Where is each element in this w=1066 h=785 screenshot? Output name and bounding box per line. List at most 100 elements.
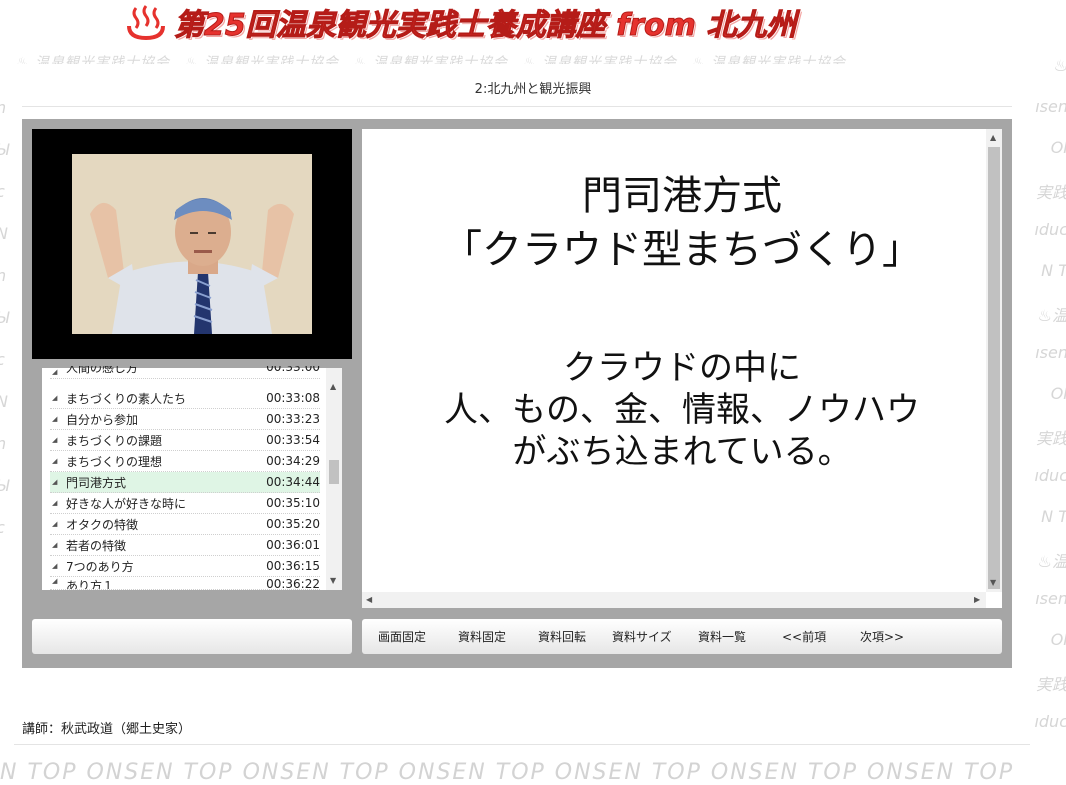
slide-body-line-3: がぶち込まれている。 [512,432,852,472]
slide-scroll-up-icon[interactable]: ▲ [990,133,996,142]
watermark-fragment: ♨ [1054,56,1066,75]
watermark-fragment: ısen [1035,589,1066,608]
lecturer-info: 講師：秋武政道（郷土史家） [22,722,192,737]
list-item[interactable]: ◢ 人間の感じ方 00:33:00 [50,366,320,379]
chapter-time: 00:36:15 [266,559,320,573]
triangle-icon: ◢ [52,478,58,486]
triangle-icon: ◢ [52,541,58,549]
list-item[interactable]: ◢ 自分から参加 00:33:23 [50,409,320,430]
watermark-fragment: c [0,350,5,369]
chapter-label: 門司港方式 [66,475,127,490]
slide-scroll-right-icon[interactable]: ▶ [974,595,980,604]
left-control-bar [32,619,352,654]
site-title: 第25回温泉観光実践士養成講座 from 北九州 [173,8,797,44]
chapter-label: まちづくりの理想 [66,454,163,469]
chapter-time: 00:35:20 [266,517,320,531]
watermark-fragment: ♨温 [1037,306,1066,325]
divider [14,744,1030,745]
chapter-time: 00:33:54 [266,433,320,447]
slide-heading: 門司港方式 [582,173,782,219]
triangle-icon: ◢ [52,562,58,570]
slide-subheading: 「クラウド型まちづくり」 [442,227,922,273]
watermark-bottom: N TOP ONSEN TOP ONSEN TOP ONSEN TOP ONSE… [0,760,1015,785]
triangle-icon: ◢ [52,394,58,402]
slide-body-line-2: 人、もの、金、情報、ノウハウ [444,390,920,430]
watermark-fragment: N [0,392,8,411]
scroll-up-icon[interactable]: ▲ [330,382,336,391]
chapter-time: 00:34:29 [266,454,320,468]
chapter-label: 若者の特徴 [66,538,127,553]
triangle-icon: ◢ [52,499,58,507]
triangle-icon: ◢ [52,577,58,585]
watermark-fragment: N T [1041,261,1066,280]
chapter-label: まちづくりの素人たち [66,391,187,406]
video-frame[interactable] [72,154,312,334]
watermark-fragment: ıduc [1034,220,1066,239]
next-button[interactable]: 次項>> [860,628,904,645]
watermark-fragment: n [0,98,6,117]
rotate-material-button[interactable]: 資料回転 [538,628,586,645]
fix-screen-button[interactable]: 画面固定 [378,628,426,645]
watermark-fragment: OI [1050,138,1066,157]
list-item[interactable]: ◢ オタクの特徴 00:35:20 [50,514,320,535]
watermark-fragment: n [0,266,6,285]
divider [22,106,1012,107]
chapter-time: 00:36:01 [266,538,320,552]
list-item[interactable]: ◢ まちづくりの素人たち 00:33:08 [50,388,320,409]
slide-scroll-left-icon[interactable]: ◀ [366,595,372,604]
list-item[interactable]: ◢ 若者の特徴 00:36:01 [50,535,320,556]
watermark-fragment: Ы [0,476,9,495]
list-item[interactable]: ◢ まちづくりの理想 00:34:29 [50,451,320,472]
chapter-label: 好きな人が好きな時に [66,496,187,511]
list-item[interactable]: ◢ あり方１ 00:36:22 [50,577,320,590]
list-item[interactable]: ◢ 7つのあり方 00:36:15 [50,556,320,577]
site-header: 第25回温泉観光実践士養成講座 from 北九州 [126,0,797,44]
list-item[interactable]: ◢ 好きな人が好きな時に 00:35:10 [50,493,320,514]
fix-material-button[interactable]: 資料固定 [458,628,506,645]
watermark-fragment: Ы [0,140,9,159]
watermark-fragment: OI [1050,630,1066,649]
chapter-label: 人間の感じ方 [66,366,139,375]
onsen-icon [127,5,165,40]
prev-button[interactable]: <<前項 [782,628,826,645]
list-item[interactable]: ◢ まちづくりの課題 00:33:54 [50,430,320,451]
triangle-icon: ◢ [52,436,58,444]
watermark-fragment: N [0,224,8,243]
chapter-label: 自分から参加 [66,412,139,427]
slide-body-line-1: クラウドの中に [563,348,801,388]
triangle-icon: ◢ [52,415,58,423]
material-size-button[interactable]: 資料サイズ [612,628,672,645]
material-list-button[interactable]: 資料一覧 [698,628,746,645]
watermark-fragment: OI [1050,384,1066,403]
slide-scroll-down-icon[interactable]: ▼ [990,578,996,587]
triangle-icon: ◢ [52,457,58,465]
chapter-label: オタクの特徴 [66,517,139,532]
slide-horizontal-scrollbar[interactable] [362,592,986,608]
list-item[interactable]: ◢ 門司港方式 00:34:44 [50,472,320,493]
watermark-fragment: ısen [1035,343,1066,362]
watermark-fragment: ıduc [1034,712,1066,731]
watermark-fragment: c [0,182,5,201]
scrollbar-thumb[interactable] [329,460,339,484]
chapter-time: 00:33:23 [266,412,320,426]
lecturer-video-image [72,154,312,334]
chapter-label: 7つのあり方 [66,559,134,574]
chapter-time: 00:35:10 [266,496,320,510]
chapter-time: 00:33:08 [266,391,320,405]
watermark-fragment: n [0,434,6,453]
scroll-down-icon[interactable]: ▼ [330,576,336,585]
chapter-time: 00:36:22 [266,577,320,590]
watermark-fragment: 実践 [1035,429,1066,448]
watermark-fragment: 実践 [1035,675,1066,694]
chapter-label: まちづくりの課題 [66,433,163,448]
chapter-title: 2:北九州と観光振興 [474,82,592,97]
watermark-fragment: c [0,518,5,537]
watermark-fragment: N T [1041,507,1066,526]
chapter-time: 00:33:00 [266,366,320,374]
chapter-list-scrollbar[interactable] [326,368,342,590]
watermark-fragment: ısen [1035,97,1066,116]
triangle-icon: ◢ [52,368,58,376]
watermark-fragment: 実践 [1035,183,1066,202]
watermark-fragment: ♨温 [1037,552,1066,571]
watermark-fragment: Ы [0,308,9,327]
